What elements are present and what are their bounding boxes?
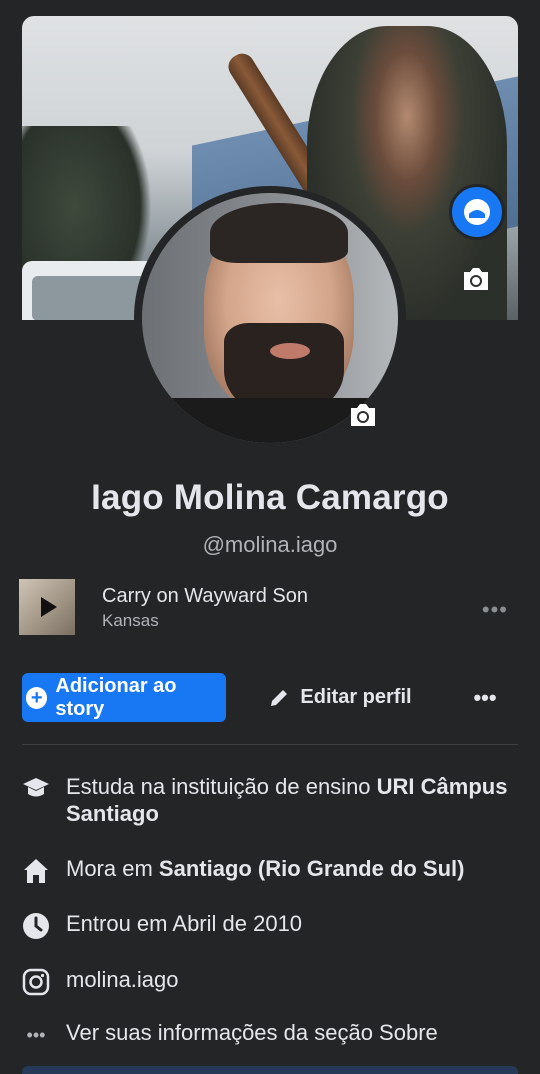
info-instagram[interactable]: molina.iago [20,966,520,998]
add-story-button[interactable]: + Adicionar ao story [22,673,226,722]
joined-text: Entrou em Abril de 2010 [66,911,303,936]
location-place[interactable]: Santiago (Rio Grande do Sul) [159,856,465,881]
info-joined: Entrou em Abril de 2010 [20,910,520,942]
pencil-icon [271,689,288,706]
more-horizontal-icon: ••• [26,1024,46,1045]
plus-icon: + [26,686,48,709]
more-options-button[interactable]: ••• [455,673,515,722]
add-story-label: Adicionar ao story [55,674,177,720]
instagram-icon [20,966,52,998]
about-link[interactable]: Ver suas informações da seção Sobre [66,1019,438,1046]
more-horizontal-icon[interactable]: ••• [482,597,508,623]
bottom-bar [22,1066,518,1074]
song-artist: Kansas [102,611,159,630]
clock-icon [20,910,52,942]
info-location: Mora em Santiago (Rio Grande do Sul) [20,855,520,887]
music-card[interactable]: Carry on Wayward Son Kansas ••• [19,579,518,637]
play-icon[interactable] [41,597,57,617]
education-prefix: Estuda na instituição de ensino [66,774,377,799]
home-icon [20,855,52,887]
avatar-icon[interactable] [449,184,505,240]
edit-profile-label: Editar perfil [300,686,412,708]
song-title: Carry on Wayward Son [102,585,308,607]
location-prefix: Mora em [66,856,159,881]
album-art[interactable] [19,579,75,635]
info-education: Estuda na instituição de ensino URI Câmp… [20,773,520,827]
cover-camera-icon[interactable] [461,264,491,294]
instagram-handle[interactable]: molina.iago [66,966,179,993]
edit-profile-button[interactable]: Editar perfil [240,673,440,722]
profile-camera-icon[interactable] [348,400,378,430]
graduation-cap-icon [20,773,52,805]
info-about[interactable]: ••• Ver suas informações da seção Sobre [20,1019,520,1051]
profile-name: Iago Molina Camargo [91,478,449,517]
divider [22,744,518,745]
profile-handle: @molina.iago [202,532,338,557]
